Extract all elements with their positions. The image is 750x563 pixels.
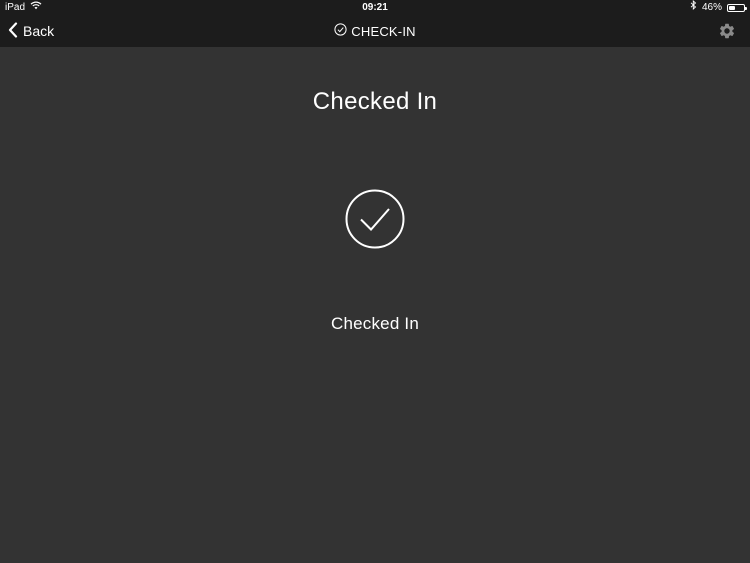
nav-title-text: CHECK-IN <box>351 23 416 39</box>
nav-bar: Back CHECK-IN <box>0 15 750 47</box>
settings-button[interactable] <box>718 22 736 40</box>
battery-fill <box>729 5 735 10</box>
page-title: Checked In <box>312 88 438 115</box>
status-right: 46% <box>690 0 747 15</box>
status-bar: iPad 09:21 46% <box>0 0 750 15</box>
status-label: Checked In <box>331 314 419 333</box>
bluetooth-icon <box>690 0 697 15</box>
check-circle-icon <box>334 23 347 39</box>
battery-percent: 46% <box>701 2 722 13</box>
check-in-screen: iPad 09:21 46% Back CHECK-IN Checked In … <box>0 0 750 563</box>
gear-icon <box>718 23 736 44</box>
check-circle-icon <box>345 189 405 249</box>
status-time: 09:21 <box>362 2 388 13</box>
battery-icon <box>727 3 747 12</box>
nav-title: CHECK-IN <box>0 15 750 47</box>
